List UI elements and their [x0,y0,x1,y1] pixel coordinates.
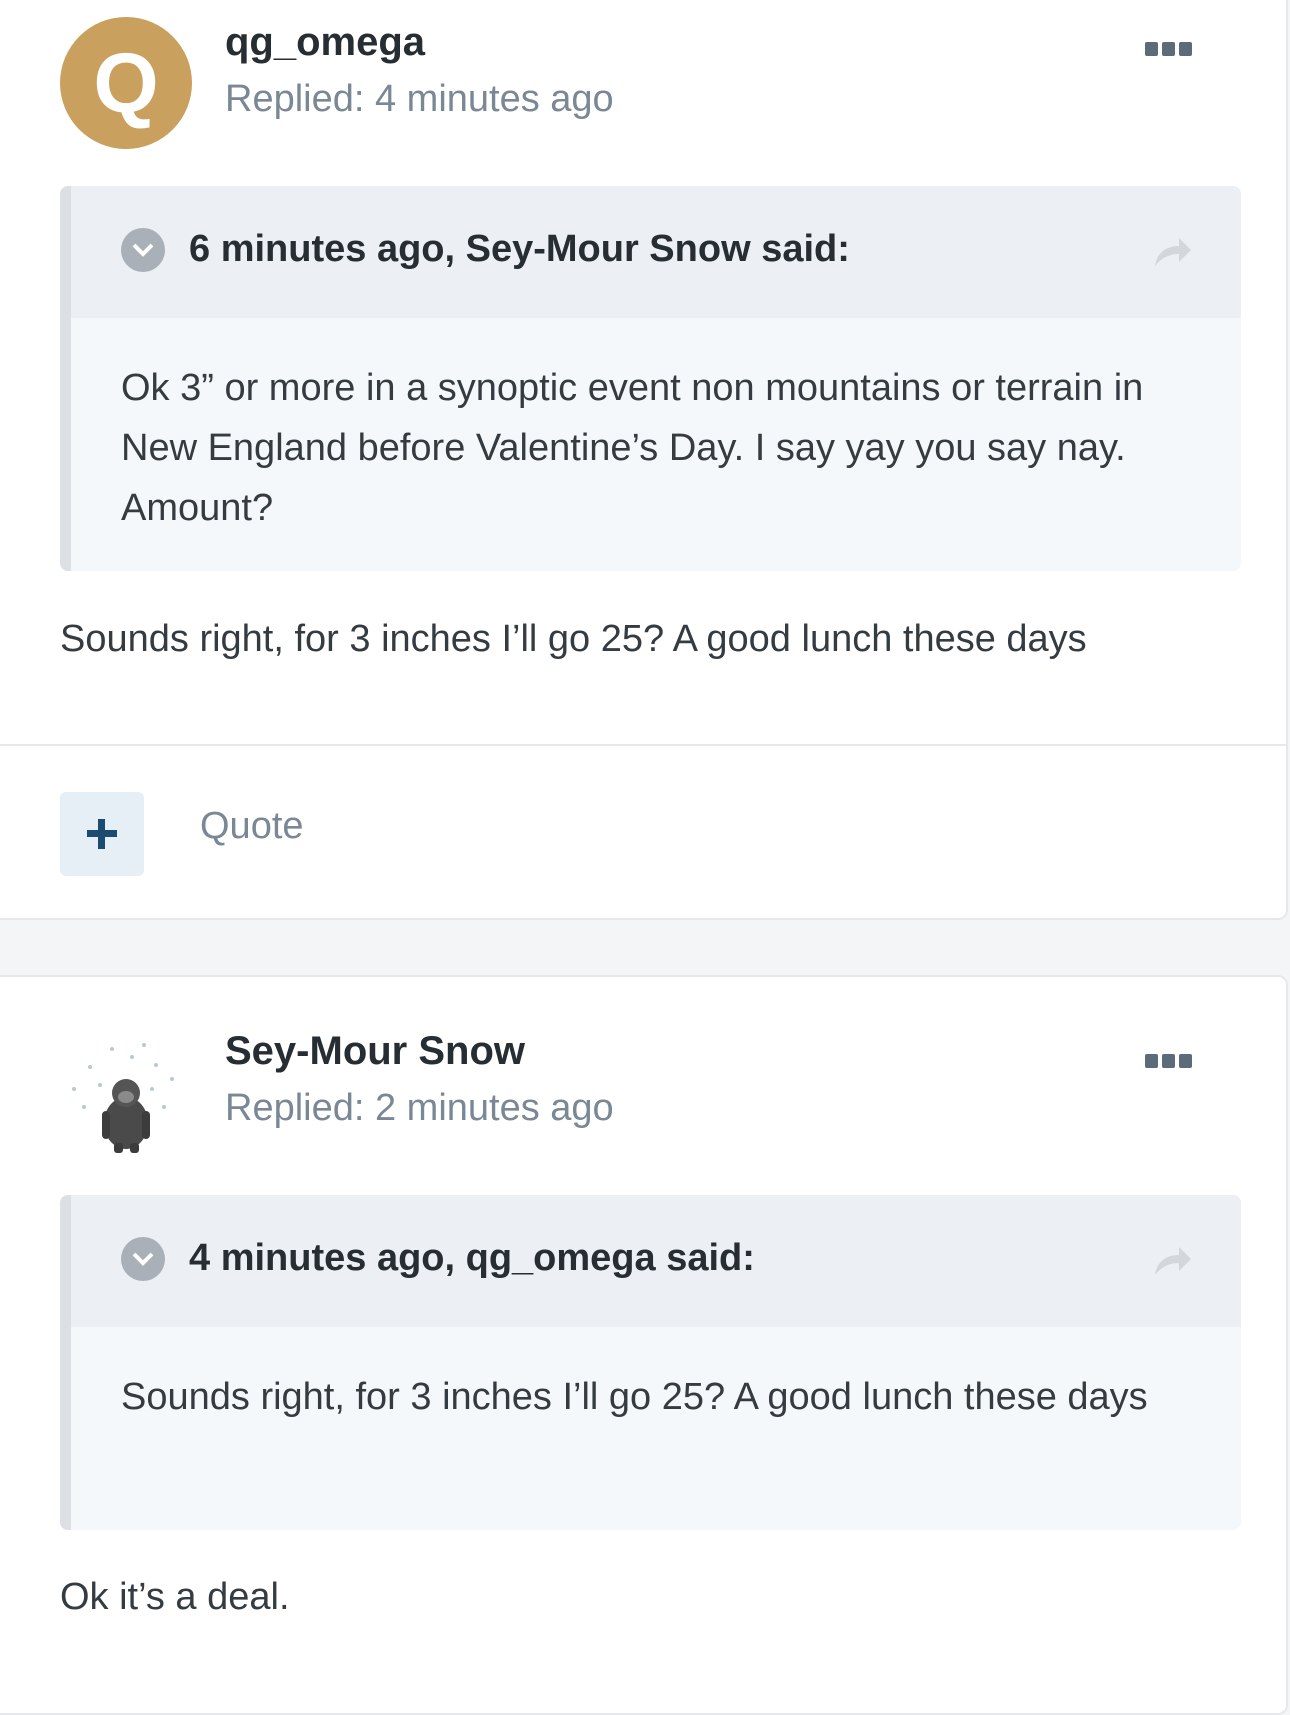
share-arrow-icon[interactable] [1151,234,1193,275]
author-name[interactable]: Sey-Mour Snow [225,1029,525,1074]
author-name[interactable]: qg_omega [225,20,425,65]
divider [0,744,1286,746]
reply-timestamp: Replied: 4 minutes ago [225,78,614,120]
quote-header: 6 minutes ago, Sey-Mour Snow said: [71,186,1241,318]
chevron-down-icon[interactable] [121,228,165,272]
quoted-post: 6 minutes ago, Sey-Mour Snow said: Ok 3”… [60,186,1241,571]
quote-body: Ok 3” or more in a synoptic event non mo… [121,367,1144,529]
chevron-down-icon[interactable] [121,1237,165,1281]
post-sey-mour-snow: Sey-Mour Snow Replied: 2 minutes ago 4 m… [0,975,1288,1715]
add-reaction-button[interactable] [60,792,144,876]
quote-button[interactable]: Quote [200,805,304,848]
reply-timestamp: Replied: 2 minutes ago [225,1087,614,1129]
post-body: Sounds right, for 3 inches I’ll go 25? A… [60,618,1087,660]
quote-header: 4 minutes ago, qg_omega said: [71,1195,1241,1327]
gorilla-snow-avatar-icon[interactable] [60,1027,192,1159]
post-body: Ok it’s a deal. [60,1576,290,1618]
more-options-icon[interactable] [1145,1054,1193,1068]
share-arrow-icon[interactable] [1151,1243,1193,1284]
more-options-icon[interactable] [1145,42,1193,56]
quote-body: Sounds right, for 3 inches I’ll go 25? A… [121,1376,1148,1418]
post-qg-omega: Q qg_omega Replied: 4 minutes ago 6 minu… [0,0,1288,920]
quote-citation: 6 minutes ago, Sey-Mour Snow said: [189,228,850,270]
quoted-post: 4 minutes ago, qg_omega said: Sounds rig… [60,1195,1241,1530]
avatar[interactable]: Q [60,17,192,149]
quote-citation: 4 minutes ago, qg_omega said: [189,1237,755,1279]
